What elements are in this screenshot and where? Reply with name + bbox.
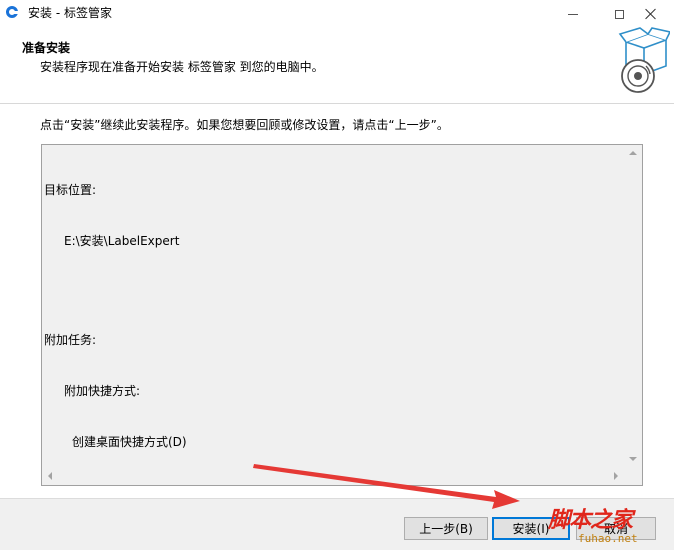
cancel-button[interactable]: 取消 (576, 517, 656, 540)
header-divider (0, 103, 674, 104)
page-subheading: 安装程序现在准备开始安装 标签管家 到您的电脑中。 (40, 60, 324, 74)
back-button[interactable]: 上一步(B) (404, 517, 488, 540)
horizontal-scrollbar[interactable] (42, 468, 626, 485)
installer-app-icon (6, 6, 18, 18)
instruction-text: 点击“安装”继续此安装程序。如果您想要回顾或修改设置，请点击“上一步”。 (40, 118, 449, 132)
scroll-down-icon[interactable] (629, 457, 637, 461)
settings-summary-text: 目标位置: E:\安装\LabelExpert 附加任务: 附加快捷方式: 创建… (44, 148, 187, 485)
close-button[interactable] (628, 0, 674, 28)
destination-label: 目标位置: (44, 183, 97, 197)
minimize-icon (568, 13, 578, 15)
vertical-scrollbar[interactable] (625, 145, 642, 469)
title-bar: 安装 - 标签管家 (0, 0, 674, 28)
scroll-right-icon[interactable] (614, 472, 618, 480)
settings-summary-box[interactable]: 目标位置: E:\安装\LabelExpert 附加任务: 附加快捷方式: 创建… (41, 144, 643, 486)
shortcut-label: 附加快捷方式: (64, 384, 141, 398)
button-bar (0, 498, 674, 550)
close-icon (645, 8, 657, 20)
destination-value: E:\安装\LabelExpert (64, 234, 180, 248)
maximize-icon (614, 9, 624, 19)
tasks-label: 附加任务: (44, 333, 97, 347)
scroll-up-icon[interactable] (629, 151, 637, 155)
window-title: 安装 - 标签管家 (28, 6, 112, 20)
scroll-left-icon[interactable] (48, 472, 52, 480)
scroll-corner (625, 468, 642, 485)
page-heading: 准备安装 (22, 41, 71, 55)
shortcut-value: 创建桌面快捷方式(D) (72, 435, 187, 449)
minimize-button[interactable] (550, 0, 596, 28)
box-with-disc-icon (618, 27, 670, 93)
install-button[interactable]: 安装(I) (492, 517, 570, 540)
